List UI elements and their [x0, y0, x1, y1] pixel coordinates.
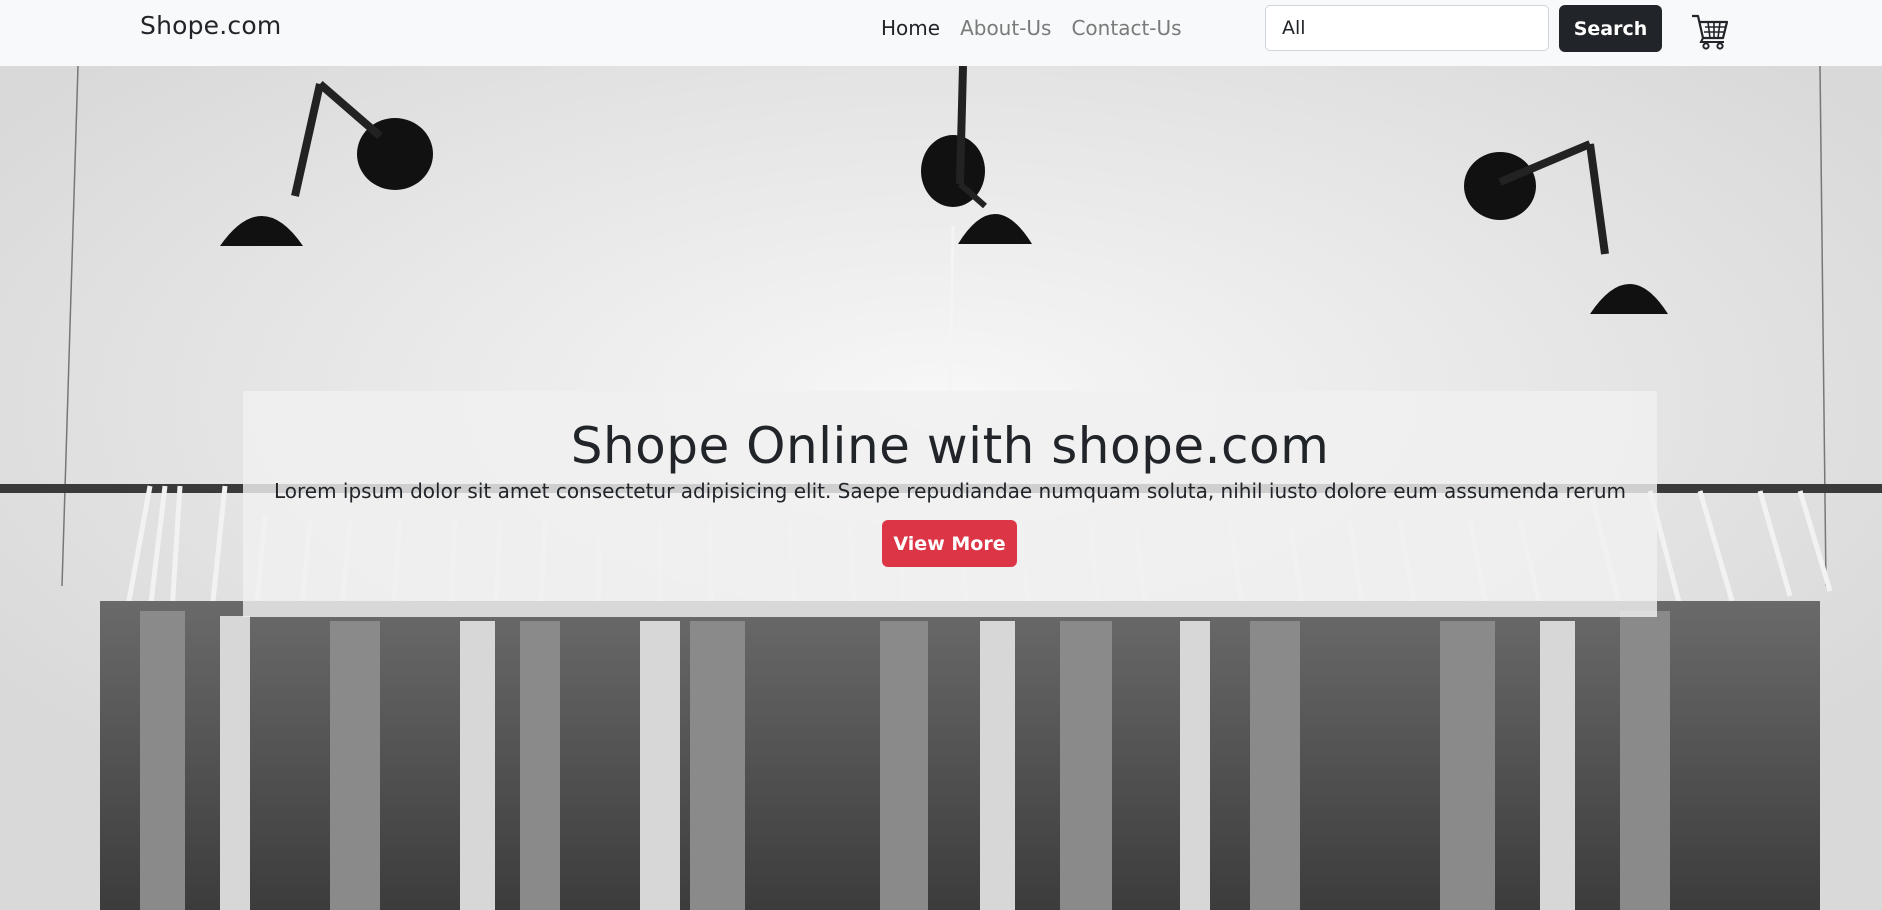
hero-section: Shope Online with shope.com Lorem ipsum …: [0, 66, 1882, 910]
nav-links: Home About-Us Contact-Us: [881, 15, 1202, 41]
hero-caption: Shope Online with shope.com Lorem ipsum …: [243, 391, 1657, 617]
cart-icon[interactable]: [1690, 12, 1730, 50]
nav-link-home[interactable]: Home: [881, 15, 940, 41]
search-button[interactable]: Search: [1559, 5, 1662, 52]
navbar: Shope.com Home About-Us Contact-Us Searc…: [0, 0, 1882, 66]
nav-link-contact-us[interactable]: Contact-Us: [1071, 15, 1181, 41]
hero-title: Shope Online with shope.com: [570, 417, 1330, 475]
view-more-button[interactable]: View More: [882, 520, 1017, 567]
brand-logo[interactable]: Shope.com: [140, 11, 281, 40]
nav-link-about-us[interactable]: About-Us: [960, 15, 1051, 41]
search-input[interactable]: [1265, 5, 1549, 51]
hero-text: Lorem ipsum dolor sit amet consectetur a…: [273, 479, 1627, 503]
